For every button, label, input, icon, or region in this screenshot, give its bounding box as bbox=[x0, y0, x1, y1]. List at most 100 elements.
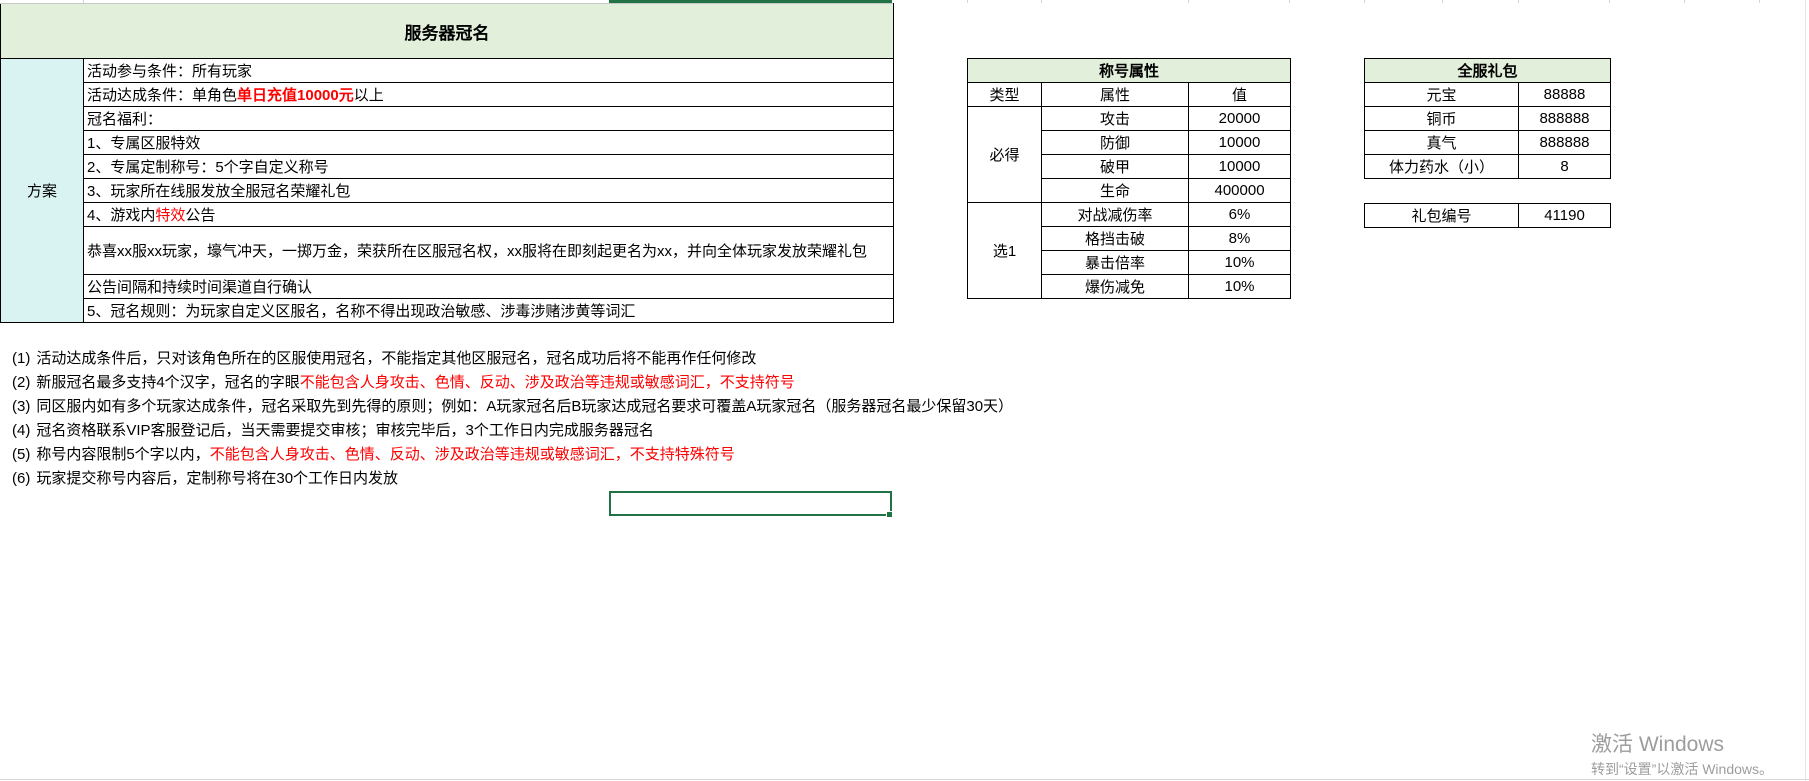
note-line[interactable]: (1) 活动达成条件后，只对该角色所在的区服使用冠名，不能指定其他区服冠名，冠名成… bbox=[12, 347, 1013, 371]
note-number: (5) bbox=[12, 446, 31, 463]
participation-condition-cell[interactable]: 活动参与条件：所有玩家 bbox=[83, 58, 894, 83]
activation-watermark-subtitle: 转到“设置”以激活 Windows。 bbox=[1591, 761, 1774, 777]
benefit-cell[interactable]: 4、游戏内特效公告 bbox=[83, 202, 894, 227]
attr-name-cell[interactable]: 破甲 bbox=[1041, 154, 1189, 179]
attr-value-cell[interactable]: 10% bbox=[1187, 274, 1292, 299]
gift-item-name: 体力药水（小） bbox=[1388, 159, 1494, 176]
completion-condition-cell[interactable]: 活动达成条件：单角色单日充值10000元以上 bbox=[83, 82, 894, 107]
note-number: (6) bbox=[12, 470, 31, 487]
activation-watermark-title: 激活 Windows bbox=[1591, 733, 1725, 756]
cell-text: 冠名福利： bbox=[87, 111, 163, 128]
gift-title: 全服礼包 bbox=[1457, 63, 1518, 80]
group-type-cell[interactable]: 选1 bbox=[967, 202, 1042, 299]
gift-item-value-cell[interactable]: 88888 bbox=[1517, 82, 1612, 107]
attr-name: 爆伤减免 bbox=[1084, 279, 1145, 296]
group-type: 必得 bbox=[989, 147, 1020, 164]
attr-value-cell[interactable]: 6% bbox=[1187, 202, 1292, 227]
note-text: 冠名资格联系VIP客服登记后，当天需要提交审核；审核完毕后，3个工作日内完成服务… bbox=[36, 422, 654, 439]
notes-list: (1) 活动达成条件后，只对该角色所在的区服使用冠名，不能指定其他区服冠名，冠名成… bbox=[12, 347, 1013, 491]
attributes-title: 称号属性 bbox=[1099, 63, 1160, 80]
selected-cell[interactable] bbox=[609, 491, 892, 516]
header-type-cell[interactable]: 类型 bbox=[967, 82, 1042, 107]
note-text: 新服冠名最多支持4个汉字，冠名的字眼 bbox=[36, 374, 300, 391]
attr-name-cell[interactable]: 爆伤减免 bbox=[1041, 274, 1189, 299]
note-line[interactable]: (2) 新服冠名最多支持4个汉字，冠名的字眼不能包含人身攻击、色情、反动、涉及政治… bbox=[12, 371, 1013, 395]
attr-value-cell[interactable]: 10000 bbox=[1187, 130, 1292, 155]
attr-value-cell[interactable]: 400000 bbox=[1187, 178, 1292, 203]
attributes-title-cell[interactable]: 称号属性 bbox=[966, 58, 1292, 83]
attr-value-cell[interactable]: 8% bbox=[1187, 226, 1292, 251]
gift-item-value-cell[interactable]: 888888 bbox=[1517, 106, 1612, 131]
attr-name: 对战减伤率 bbox=[1077, 207, 1153, 224]
sheet-right-border bbox=[1805, 0, 1806, 781]
note-line[interactable]: (5) 称号内容限制5个字以内，不能包含人身攻击、色情、反动、涉及政治等违规或敏感… bbox=[12, 443, 1013, 467]
attr-value-cell[interactable]: 10% bbox=[1187, 250, 1292, 275]
cell-text: 4、游戏内 bbox=[87, 207, 156, 224]
benefit-cell[interactable]: 2、专属定制称号：5个字自定义称号 bbox=[83, 154, 894, 179]
group-type: 选1 bbox=[992, 243, 1017, 260]
gift-item-name-cell[interactable]: 元宝 bbox=[1364, 82, 1519, 107]
cell-text-suffix: 以上 bbox=[353, 87, 384, 104]
gridline bbox=[1289, 0, 1290, 3]
attr-name-cell[interactable]: 格挡击破 bbox=[1041, 226, 1189, 251]
title-attributes-table: 称号属性 类型 属性 值 必得 攻击 20000 防御 10000 破甲 100… bbox=[966, 58, 1292, 299]
cell-text: 2、专属定制称号：5个字自定义称号 bbox=[87, 159, 329, 176]
gift-item-value-cell[interactable]: 888888 bbox=[1517, 130, 1612, 155]
gridline bbox=[1759, 0, 1760, 3]
group-type-cell[interactable]: 必得 bbox=[967, 106, 1042, 203]
attr-name-cell[interactable]: 攻击 bbox=[1041, 106, 1189, 131]
cell-text: 公告间隔和持续时间渠道自行确认 bbox=[87, 279, 313, 296]
column-header: 类型 bbox=[989, 87, 1020, 104]
attr-name: 防御 bbox=[1099, 135, 1130, 152]
section-label: 方案 bbox=[26, 183, 57, 200]
gridline bbox=[1442, 0, 1443, 3]
benefit-cell[interactable]: 1、专属区服特效 bbox=[83, 130, 894, 155]
note-number: (3) bbox=[12, 398, 31, 415]
note-highlight: 不能包含人身攻击、色情、反动、涉及政治等违规或敏感词汇，不支持特殊符号 bbox=[209, 446, 735, 463]
sheet-bottom-border bbox=[0, 779, 1809, 780]
announcement-text-cell[interactable]: 恭喜xx服xx玩家，壕气冲天，一掷万金，荣获所在区服冠名权，xx服将在即刻起更名… bbox=[83, 226, 894, 275]
benefit-cell[interactable]: 3、玩家所在线服发放全服冠名荣耀礼包 bbox=[83, 178, 894, 203]
cell-text: 1、专属区服特效 bbox=[87, 135, 201, 152]
attr-name-cell[interactable]: 对战减伤率 bbox=[1041, 202, 1189, 227]
table-title-cell[interactable]: 服务器冠名 bbox=[0, 3, 894, 59]
gift-id-value-cell[interactable]: 41190 bbox=[1518, 203, 1611, 228]
header-attr-cell[interactable]: 属性 bbox=[1041, 82, 1189, 107]
section-label-cell[interactable]: 方案 bbox=[0, 58, 84, 323]
gift-item-value-cell[interactable]: 8 bbox=[1517, 154, 1612, 179]
gift-item-value: 88888 bbox=[1543, 86, 1586, 103]
gift-item-name-cell[interactable]: 铜币 bbox=[1364, 106, 1519, 131]
gift-id-label-cell[interactable]: 礼包编号 bbox=[1364, 203, 1519, 228]
highlight-text: 特效 bbox=[155, 207, 186, 224]
attr-name-cell[interactable]: 生命 bbox=[1041, 178, 1189, 203]
note-highlight: 不能包含人身攻击、色情、反动、涉及政治等违规或敏感词汇，不支持符号 bbox=[299, 374, 795, 391]
gift-item-name-cell[interactable]: 体力药水（小） bbox=[1364, 154, 1519, 179]
attr-value: 20000 bbox=[1218, 110, 1261, 127]
benefits-heading-cell[interactable]: 冠名福利： bbox=[83, 106, 894, 131]
attr-name-cell[interactable]: 暴击倍率 bbox=[1041, 250, 1189, 275]
attr-value: 6% bbox=[1228, 206, 1251, 223]
note-line[interactable]: (6) 玩家提交称号内容后，定制称号将在30个工作日内发放 bbox=[12, 467, 1013, 491]
attr-value: 8% bbox=[1228, 230, 1251, 247]
note-line[interactable]: (4) 冠名资格联系VIP客服登记后，当天需要提交审核；审核完毕后，3个工作日内完… bbox=[12, 419, 1013, 443]
gift-item-name-cell[interactable]: 真气 bbox=[1364, 130, 1519, 155]
attr-value: 10% bbox=[1224, 254, 1255, 271]
table-title: 服务器冠名 bbox=[404, 23, 490, 43]
announcement-note-cell[interactable]: 公告间隔和持续时间渠道自行确认 bbox=[83, 274, 894, 299]
note-number: (4) bbox=[12, 422, 31, 439]
attr-value-cell[interactable]: 20000 bbox=[1187, 106, 1292, 131]
note-text: 称号内容限制5个字以内， bbox=[36, 446, 210, 463]
gift-title-cell[interactable]: 全服礼包 bbox=[1363, 58, 1612, 83]
cell-text: 恭喜xx服xx玩家，壕气冲天，一掷万金，荣获所在区服冠名权，xx服将在即刻起更名… bbox=[87, 243, 868, 260]
attr-name-cell[interactable]: 防御 bbox=[1041, 130, 1189, 155]
note-text: 活动达成条件后，只对该角色所在的区服使用冠名，不能指定其他区服冠名，冠名成功后将… bbox=[36, 350, 757, 367]
note-line[interactable]: (3) 同区服内如有多个玩家达成条件，冠名采取先到先得的原则；例如：A玩家冠名后B… bbox=[12, 395, 1013, 419]
naming-rule-cell[interactable]: 5、冠名规则：为玩家自定义区服名，名称不得出现政治敏感、涉毒涉赌涉黄等词汇 bbox=[83, 298, 894, 323]
attr-value-cell[interactable]: 10000 bbox=[1187, 154, 1292, 179]
attr-value: 10% bbox=[1224, 278, 1255, 295]
fill-handle[interactable] bbox=[886, 511, 893, 518]
column-header: 属性 bbox=[1099, 87, 1130, 104]
gift-item-name: 铜币 bbox=[1426, 111, 1457, 128]
attr-name: 格挡击破 bbox=[1084, 231, 1145, 248]
header-value-cell[interactable]: 值 bbox=[1187, 82, 1292, 107]
